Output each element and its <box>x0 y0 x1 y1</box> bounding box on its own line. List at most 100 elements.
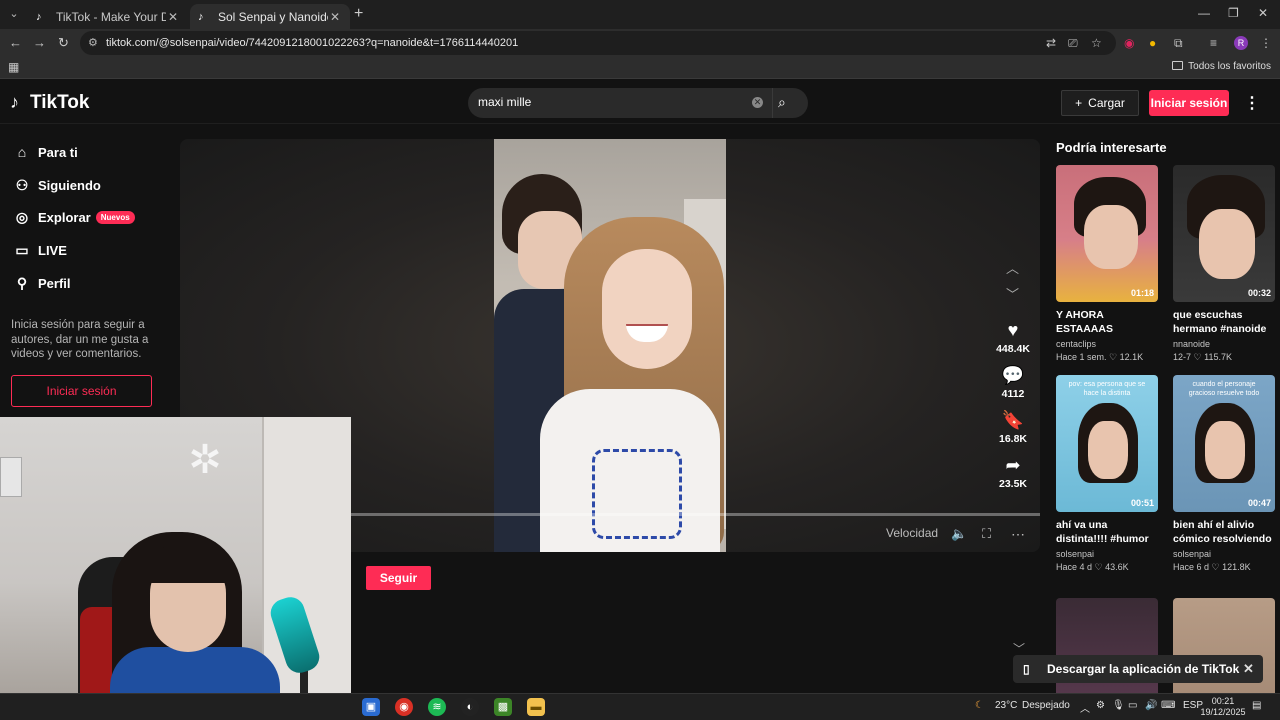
volume-icon[interactable]: 🔊 <box>1145 700 1157 711</box>
apps-grid-icon[interactable]: ▦ <box>8 60 19 74</box>
sidebar-login-button[interactable]: Iniciar sesión <box>11 375 152 407</box>
login-button[interactable]: Iniciar sesión <box>1149 90 1229 116</box>
heart-outline-icon: ♡ <box>1211 562 1220 572</box>
weather-moon-icon: ☾ <box>975 700 984 711</box>
file-folder-app-icon[interactable]: ▬ <box>527 698 545 716</box>
comment-count: 4112 <box>1001 388 1025 400</box>
weather-temp[interactable]: 23°C <box>995 700 1017 711</box>
install-app-icon[interactable]: ⎚ <box>1068 36 1078 51</box>
extension-opera-icon[interactable]: ◉ <box>1124 36 1134 50</box>
forward-icon[interactable]: → <box>33 35 46 51</box>
notifications-icon[interactable]: ▤ <box>1252 700 1261 711</box>
sidebar-item-live[interactable]: ▭ LIVE <box>12 240 67 260</box>
like-action[interactable]: ♥ 448.4K <box>990 320 1036 355</box>
tiktok-logo[interactable]: ♪ TikTok <box>10 92 89 114</box>
next-video-icon[interactable]: ﹀ <box>1006 284 1019 303</box>
reading-list-icon[interactable]: ≡ <box>1210 36 1217 50</box>
follow-button[interactable]: Seguir <box>366 566 431 590</box>
profile-avatar[interactable]: R <box>1234 36 1248 50</box>
tray-app-icon[interactable]: ⚙ <box>1096 700 1105 711</box>
recommended-video-card[interactable]: 00:32 que escuchas hermano #nanoide nnan… <box>1173 165 1277 363</box>
clear-search-icon[interactable]: ✕ <box>752 97 763 108</box>
restore-icon[interactable]: ❐ <box>1228 6 1239 20</box>
video-author[interactable]: solsenpai <box>1056 549 1160 559</box>
site-info-icon[interactable]: ⚙ <box>88 36 98 49</box>
upload-button[interactable]: + Cargar <box>1061 90 1139 116</box>
recommended-video-card[interactable]: cuando el personaje gracioso resuelve to… <box>1173 375 1277 573</box>
video-title[interactable]: ahí va una distinta!!!! #humor #comedia … <box>1056 518 1160 546</box>
video-duration: 01:18 <box>1130 288 1154 298</box>
home-icon: ⌂ <box>17 144 27 160</box>
video-title[interactable]: que escuchas hermano #nanoide <box>1173 308 1277 336</box>
close-tab-icon[interactable]: ✕ <box>328 10 342 24</box>
video-author[interactable]: centaclips <box>1056 339 1160 349</box>
video-thumbnail[interactable]: 01:18 <box>1056 165 1158 302</box>
extension-color-icon[interactable]: ● <box>1149 36 1156 50</box>
video-thumbnail[interactable]: pov: esa persona que se hace la distinta… <box>1056 375 1158 512</box>
video-meta: Hace 6 d ♡ 121.8K <box>1173 562 1277 573</box>
all-bookmarks-folder[interactable]: Todos los favoritos <box>1172 61 1271 72</box>
video-title[interactable]: bien ahí el alivio cómico resolviendo to… <box>1173 518 1277 546</box>
tab-tiktok-home[interactable]: ♪ TikTok - Make Your Day ✕ <box>28 4 188 29</box>
video-author[interactable]: nnanoide <box>1173 339 1277 349</box>
system-clock[interactable]: 00:21 19/12/2025 <box>1200 696 1246 718</box>
search-icon[interactable]: ⌕ <box>778 94 786 111</box>
minecraft-app-icon[interactable]: ▩ <box>494 698 512 716</box>
save-action[interactable]: 🔖 16.8K <box>990 410 1036 445</box>
tiktok-note-icon: ♪ <box>10 92 19 112</box>
weather-desc[interactable]: Despejado <box>1022 700 1070 711</box>
recommended-video-card[interactable]: 01:18 Y AHORA ESTAAAAS #nanoide centacli… <box>1056 165 1160 363</box>
volume-icon[interactable]: 🔈 <box>951 526 967 542</box>
explorer-app-icon[interactable]: ▣ <box>362 698 380 716</box>
browser-menu-icon[interactable]: ⋮ <box>1260 36 1272 50</box>
extensions-icon[interactable]: ⧉ <box>1174 36 1183 51</box>
show-hidden-icons-icon[interactable]: ︿ <box>1080 700 1090 715</box>
sidebar-item-perfil[interactable]: ⚲ Perfil <box>12 273 71 293</box>
video-thumbnail[interactable]: 00:32 <box>1173 165 1275 302</box>
download-app-text[interactable]: Descargar la aplicación de TikTok <box>1047 662 1243 676</box>
sidebar-item-para-ti[interactable]: ⌂ Para ti <box>12 142 78 162</box>
speed-control[interactable]: Velocidad <box>886 526 938 540</box>
sidebar-item-siguiendo[interactable]: ⚇ Siguiendo <box>12 175 101 195</box>
bookmark-star-icon[interactable]: ☆ <box>1091 36 1102 50</box>
recommended-video-card[interactable]: pov: esa persona que se hace la distinta… <box>1056 375 1160 573</box>
download-app-banner[interactable]: ▯ Descargar la aplicación de TikTok ✕ <box>1013 655 1263 683</box>
close-tab-icon[interactable]: ✕ <box>166 10 180 24</box>
network-icon[interactable]: ▭ <box>1128 700 1137 711</box>
close-window-icon[interactable]: ✕ <box>1258 6 1268 20</box>
video-title[interactable]: Y AHORA ESTAAAAS #nanoide <box>1056 308 1160 336</box>
bookmarks-bar: ▦ Todos los favoritos <box>0 57 1280 79</box>
spotify-app-icon[interactable]: ≋ <box>428 698 446 716</box>
share-action[interactable]: ➦ 23.5K <box>990 455 1036 490</box>
translate-icon[interactable]: ⇄ <box>1046 36 1056 50</box>
tab-search-icon[interactable]: ⌄ <box>6 6 22 22</box>
folder-icon <box>1172 61 1184 70</box>
minimize-icon[interactable]: — <box>1198 6 1210 20</box>
reload-icon[interactable]: ↻ <box>58 35 69 51</box>
video-meta: Hace 4 d ♡ 43.6K <box>1056 562 1160 573</box>
keyboard-icon[interactable]: ⌨ <box>1161 700 1175 711</box>
close-banner-icon[interactable]: ✕ <box>1243 661 1263 677</box>
obs-app-icon[interactable]: ◐ <box>461 698 479 716</box>
sidebar-item-explorar[interactable]: ◎ Explorar Nuevos <box>12 207 135 227</box>
video-frame[interactable] <box>494 139 726 552</box>
search-input[interactable] <box>478 95 738 109</box>
sidebar-item-label: LIVE <box>38 242 67 258</box>
fullscreen-icon[interactable]: ⛶ <box>982 526 991 542</box>
new-tab-icon[interactable]: + <box>354 6 363 22</box>
video-duration: 00:47 <box>1247 498 1271 508</box>
microphone-icon[interactable]: 🎙 <box>1112 700 1125 711</box>
video-author[interactable]: solsenpai <box>1173 549 1277 559</box>
sidebar: ⌂ Para ti ⚇ Siguiendo ◎ Explorar Nuevos ▭ LIV… <box>0 124 176 424</box>
all-bookmarks-label: Todos los favoritos <box>1188 61 1271 72</box>
back-icon[interactable]: ← <box>9 35 22 51</box>
tab-current-video[interactable]: ♪ Sol Senpai y Nanoide: Tutorial ✕ <box>190 4 350 29</box>
video-more-icon[interactable]: ⋯ <box>1011 526 1025 543</box>
previous-video-icon[interactable]: ︿ <box>1006 258 1019 277</box>
sidebar-item-label: Para ti <box>38 144 78 160</box>
more-options-icon[interactable]: ⋮ <box>1244 93 1260 113</box>
video-thumbnail[interactable]: cuando el personaje gracioso resuelve to… <box>1173 375 1275 512</box>
address-bar[interactable]: ⚙ tiktok.com/@solsenpai/video/7442091218… <box>80 31 1116 55</box>
comment-action[interactable]: 💬 4112 <box>990 365 1036 400</box>
chrome-app-icon[interactable]: ◉ <box>395 698 413 716</box>
